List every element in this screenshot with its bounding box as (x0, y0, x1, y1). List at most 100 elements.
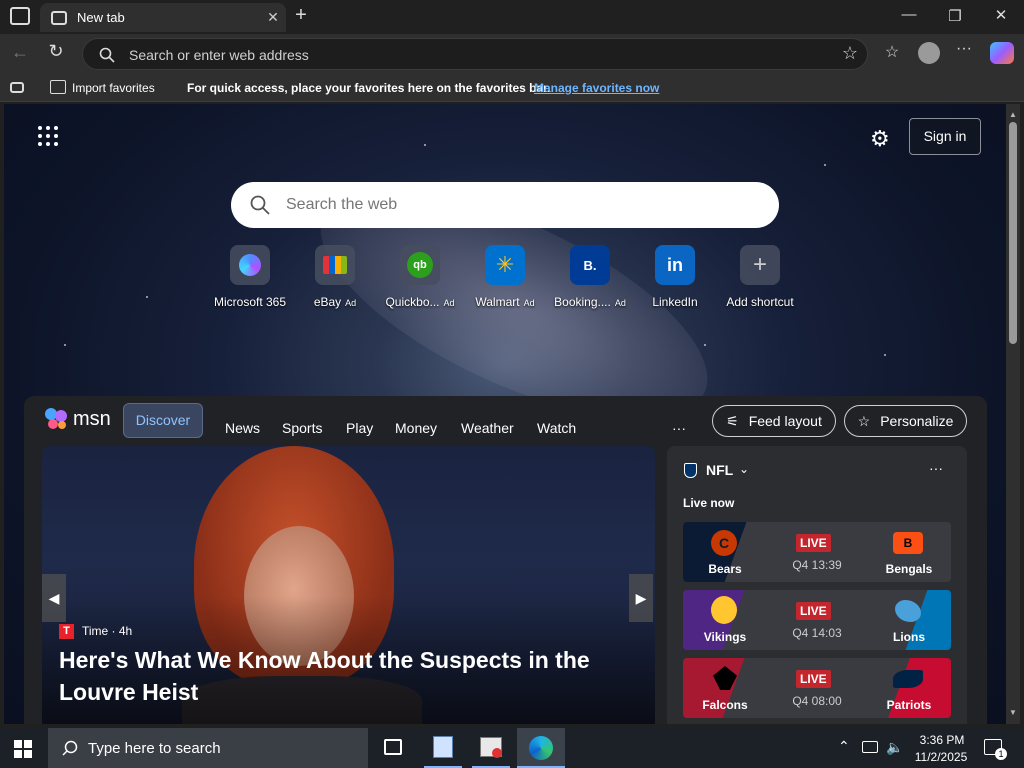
web-search-input[interactable]: Search the web (286, 196, 397, 214)
next-story-button[interactable]: ▶ (629, 574, 653, 622)
restore-icon[interactable]: ❐ (942, 7, 968, 25)
page-scrollbar[interactable]: ▲ ▼ (1006, 104, 1020, 724)
plus-icon: + (740, 245, 780, 285)
scrollbar-thumb[interactable] (1009, 122, 1017, 344)
settings-gear-icon[interactable]: ⚙ (870, 126, 890, 152)
close-tab-icon[interactable]: ✕ (260, 9, 286, 26)
refresh-icon[interactable]: ↻ (44, 41, 68, 62)
minimize-icon[interactable]: — (896, 6, 922, 23)
widget-more-icon[interactable]: ··· (929, 460, 943, 476)
bears-icon: C (711, 530, 737, 556)
taskbar-search-input[interactable]: Type here to search (88, 740, 221, 757)
shortcut-label: Add shortcut (726, 295, 794, 309)
tab-actions-icon[interactable] (10, 7, 30, 25)
personalize-button[interactable]: ☆ Personalize (844, 405, 967, 437)
msn-logo[interactable]: msn (44, 404, 111, 434)
tab-title: New tab (77, 10, 125, 25)
clock-time[interactable]: 3:36 PM (917, 733, 967, 747)
web-search-box[interactable]: Search the web (231, 182, 779, 228)
away-team: Lions (893, 630, 925, 644)
copilot-icon[interactable] (990, 42, 1014, 64)
back-icon[interactable]: ← (8, 42, 32, 63)
hero-news-card[interactable]: ◀ ▶ T Time · 4h Here's What We Know Abou… (42, 446, 655, 724)
taskbar-app-snipping[interactable] (472, 728, 510, 768)
edge-icon (529, 736, 553, 760)
close-window-icon[interactable]: ✕ (988, 6, 1014, 24)
tab-play[interactable]: Play (346, 420, 373, 436)
favorite-star-icon[interactable]: ☆ (839, 43, 861, 64)
new-tab-icon[interactable]: + (290, 4, 312, 27)
profile-avatar[interactable] (918, 42, 940, 64)
game-card[interactable]: Falcons LIVE Q4 08:00 Patriots (683, 658, 951, 718)
add-shortcut-button[interactable]: + Add shortcut (705, 245, 815, 309)
shortcut-label: LinkedIn (652, 295, 698, 309)
tab-money[interactable]: Money (395, 420, 437, 436)
away-team: Patriots (886, 698, 932, 712)
live-badge: LIVE (796, 670, 831, 688)
sparkle-icon: ☆ (857, 412, 871, 429)
favorites-bar-message: For quick access, place your favorites h… (187, 81, 551, 95)
tab-sports[interactable]: Sports (282, 420, 322, 436)
game-card[interactable]: Vikings LIVE Q4 14:03 Lions (683, 590, 951, 650)
import-favorites-button[interactable]: Import favorites (72, 81, 155, 95)
ad-badge: Ad (345, 298, 357, 308)
scroll-down-icon[interactable]: ▼ (1009, 708, 1017, 717)
sliders-icon: ⚟ (726, 412, 739, 429)
scroll-up-icon[interactable]: ▲ (1009, 110, 1017, 119)
taskbar-app-notepad[interactable] (424, 728, 462, 768)
source-name: Time · 4h (82, 624, 133, 638)
navigation-bar: ← ↻ Search or enter web address ☆ ☆ ··· (0, 34, 1024, 74)
chevron-down-icon[interactable]: ⌄ (739, 462, 749, 476)
tab-new-tab[interactable]: New tab ✕ (40, 3, 286, 32)
linkedin-icon: in (655, 245, 695, 285)
game-card[interactable]: C Bears LIVE Q4 13:39 B Bengals (683, 522, 951, 582)
show-hidden-icons-icon[interactable]: ⌃ (838, 738, 850, 755)
booking-icon: B. (570, 245, 610, 285)
nfl-title[interactable]: NFL (706, 462, 733, 478)
sign-in-button[interactable]: Sign in (909, 118, 981, 155)
previous-story-button[interactable]: ◀ (42, 574, 66, 622)
new-tab-page-icon (51, 10, 67, 25)
tab-news[interactable]: News (225, 420, 260, 436)
vikings-icon (711, 596, 737, 624)
clock-date[interactable]: 11/2/2025 (910, 750, 972, 764)
more-options-icon[interactable]: ··· (952, 40, 976, 58)
taskbar-app-edge[interactable] (517, 728, 565, 768)
shortcut-label: eBay (313, 295, 342, 309)
volume-muted-icon[interactable]: 🔈 (886, 739, 903, 756)
walmart-icon: ✳ (485, 245, 525, 285)
address-input[interactable]: Search or enter web address (129, 47, 309, 63)
task-view-icon[interactable] (384, 739, 402, 755)
patriots-icon (893, 670, 923, 688)
title-bar: New tab ✕ + — ❐ ✕ (0, 0, 1024, 34)
bengals-icon: B (893, 532, 923, 554)
tab-weather[interactable]: Weather (461, 420, 514, 436)
start-button[interactable] (14, 740, 32, 758)
shortcut-label: Walmart (475, 295, 520, 309)
network-icon[interactable] (862, 741, 878, 753)
tab-watch[interactable]: Watch (537, 420, 576, 436)
taskbar-search-box[interactable]: Type here to search (48, 728, 368, 768)
live-badge: LIVE (796, 602, 831, 620)
more-tabs-icon[interactable]: ··· (672, 420, 686, 436)
favorites-icon[interactable]: ☆ (880, 42, 904, 62)
game-clock: Q4 14:03 (792, 626, 842, 640)
search-icon (62, 740, 78, 756)
home-team: Bears (708, 562, 742, 576)
msn-butterfly-icon (45, 408, 67, 429)
collections-icon[interactable] (10, 82, 24, 93)
notification-count: 1 (995, 748, 1007, 760)
address-bar[interactable]: Search or enter web address ☆ (82, 38, 868, 70)
ad-badge: Ad (523, 298, 535, 308)
app-launcher-icon[interactable] (38, 126, 58, 146)
msn-feed-panel: msn Discover News Sports Play Money Weat… (24, 396, 987, 724)
tab-discover[interactable]: Discover (123, 403, 203, 438)
game-clock: Q4 13:39 (792, 558, 842, 572)
hero-headline[interactable]: Here's What We Know About the Suspects i… (59, 644, 619, 708)
feed-layout-button[interactable]: ⚟ Feed layout (712, 405, 836, 437)
microsoft365-icon (230, 245, 270, 285)
import-favorites-icon (50, 80, 66, 94)
manage-favorites-link[interactable]: Manage favorites now (534, 81, 659, 95)
windows-taskbar: Type here to search ⌃ 🔈 3:36 PM 11/2/202… (0, 728, 1024, 768)
favorites-bar: Import favorites For quick access, place… (0, 74, 1024, 102)
